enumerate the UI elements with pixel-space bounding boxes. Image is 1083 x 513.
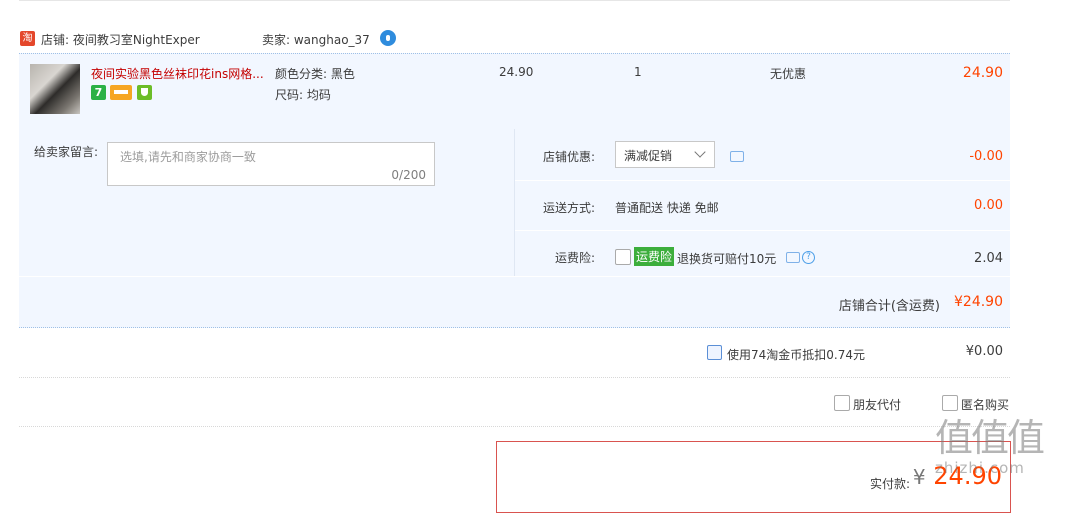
credit-card-icon — [110, 85, 132, 100]
item-discount: 无优惠 — [770, 67, 807, 81]
seven-day-return-icon: 7 — [91, 85, 106, 100]
help-question-icon[interactable]: ? — [802, 251, 815, 264]
shop-header: 淘 店铺: 夜间教习室NightExper 卖家: wanghao_37 — [19, 24, 1010, 52]
shipping-label: 运送方式: — [542, 201, 595, 215]
anonymous-checkbox[interactable] — [942, 395, 958, 411]
row-divider — [515, 230, 1010, 231]
actual-payment-label: 实付款: — [869, 477, 910, 491]
shop-promo-label: 店铺优惠: — [542, 150, 595, 164]
sku-color: 颜色分类: 黑色 — [275, 67, 355, 81]
friend-pay-checkbox[interactable] — [834, 395, 850, 411]
seller-message-label: 给卖家留言: — [34, 145, 99, 159]
insurance-label: 运费险: — [554, 251, 595, 265]
shipping-value: 0.00 — [974, 198, 1003, 213]
wangwang-chat-icon[interactable] — [380, 30, 396, 46]
quantity: 1 — [634, 65, 642, 79]
coin-label: 使用74淘金币抵扣0.74元 — [727, 348, 865, 362]
top-divider — [19, 0, 1010, 1]
shop-total-row: 店铺合计(含运费) ¥24.90 — [19, 277, 1010, 328]
promo-value: -0.00 — [969, 149, 1003, 164]
taobao-shop-icon: 淘 — [20, 31, 35, 46]
payment-summary-box: 实付款: ¥ 24.90 — [496, 441, 1011, 513]
insurance-tag: 运费险 — [634, 247, 675, 266]
comment-icon[interactable] — [786, 252, 800, 263]
order-options-panel: 给卖家留言: 0/200 店铺优惠: 满减促销 -0.00 运送方式: 普通配送… — [19, 129, 1010, 276]
currency-symbol: ¥ — [912, 465, 926, 489]
extra-options-row: 朋友代付 匿名购买 — [19, 378, 1010, 427]
site-watermark: 值值值 zhizhi.com — [935, 418, 1075, 478]
seller-message-box[interactable]: 0/200 — [107, 142, 435, 186]
shop-total-value: ¥24.90 — [954, 294, 1003, 310]
item-subtotal: 24.90 — [962, 65, 1003, 81]
product-thumbnail[interactable] — [30, 64, 80, 114]
seller-name-link[interactable]: 卖家: wanghao_37 — [262, 31, 370, 48]
chevron-down-icon — [694, 146, 706, 158]
friend-pay-label: 朋友代付 — [853, 398, 902, 412]
order-item-row: 夜间实验黑色丝袜印花ins网格... 7 颜色分类: 黑色 尺码: 均码 24.… — [19, 53, 1010, 129]
shipping-method: 普通配送 快递 免邮 — [615, 201, 719, 215]
insurance-description: 退换货可赔付10元 — [677, 252, 777, 266]
watermark-logo: 值值值 — [935, 416, 1045, 460]
coin-value: ¥0.00 — [965, 344, 1003, 359]
promo-select[interactable]: 满减促销 — [615, 141, 715, 168]
insurance-checkbox[interactable] — [615, 249, 631, 265]
insurance-value: 2.04 — [974, 251, 1003, 266]
seller-message-input[interactable] — [118, 149, 422, 165]
product-title-link[interactable]: 夜间实验黑色丝袜印花ins网格... — [91, 65, 266, 82]
promo-selected-value: 满减促销 — [624, 149, 673, 163]
unit-price: 24.90 — [499, 65, 534, 79]
message-char-count: 0/200 — [391, 168, 426, 182]
consumer-protection-icon — [137, 85, 152, 100]
coin-checkbox[interactable] — [707, 345, 722, 360]
row-divider — [515, 180, 1010, 181]
comment-icon[interactable] — [730, 151, 744, 162]
anonymous-label: 匿名购买 — [961, 398, 1010, 412]
watermark-domain: zhizhi.com — [935, 459, 1025, 477]
taobao-coin-row: 使用74淘金币抵扣0.74元 ¥0.00 — [19, 328, 1010, 378]
shop-name-link[interactable]: 店铺: 夜间教习室NightExper — [41, 31, 200, 48]
sku-size: 尺码: 均码 — [275, 88, 331, 102]
shop-total-label: 店铺合计(含运费) — [838, 299, 940, 314]
